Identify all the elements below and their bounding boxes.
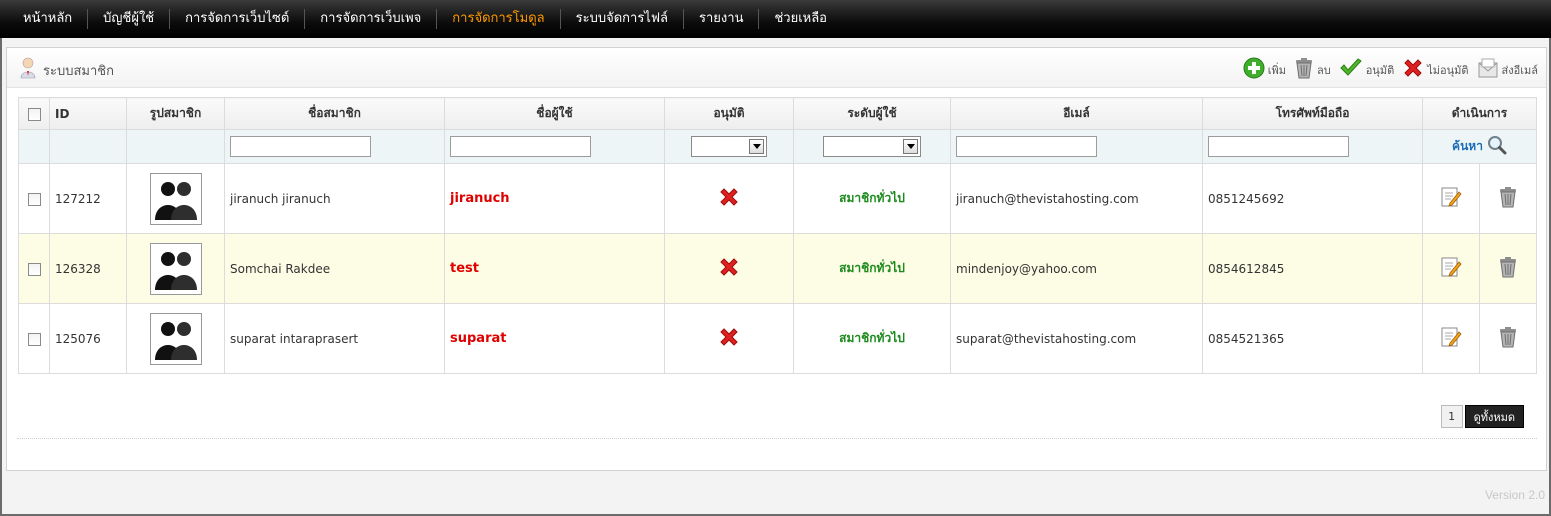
row-checkbox[interactable]	[27, 262, 41, 276]
row-email: suparat@thevistahosting.com	[950, 303, 1203, 374]
email-filter-input[interactable]	[956, 136, 1097, 157]
nav-website-management[interactable]: การจัดการเว็บไซต์	[170, 8, 306, 29]
col-name[interactable]: ชื่อสมาชิก	[224, 97, 445, 130]
phone-filter-input[interactable]	[1208, 136, 1349, 157]
check-icon	[1339, 58, 1363, 81]
not-approved-icon[interactable]	[718, 258, 740, 281]
mail-icon	[1477, 57, 1499, 82]
search-icon	[1487, 135, 1507, 158]
edit-icon[interactable]	[1440, 327, 1462, 351]
divider	[17, 438, 1537, 439]
search-label: ค้นหา	[1452, 139, 1483, 153]
x-icon	[1402, 57, 1424, 82]
row-username[interactable]: test	[450, 261, 479, 276]
col-id[interactable]: ID	[49, 97, 127, 130]
avatar	[149, 172, 202, 225]
row-phone: 0854612845	[1202, 233, 1423, 304]
table-row: 125076 suparat intaraprasert suparat สมา…	[18, 303, 1537, 374]
row-email: jiranuch@thevistahosting.com	[950, 163, 1203, 234]
col-email[interactable]: อีเมล์	[950, 97, 1203, 130]
add-icon	[1243, 57, 1265, 82]
page-1-button[interactable]: 1	[1440, 405, 1463, 428]
chevron-down-icon	[749, 139, 764, 154]
chevron-down-icon	[903, 139, 918, 154]
disapprove-label: ไม่อนุมัติ	[1427, 63, 1469, 77]
row-id: 125076	[49, 303, 127, 374]
nav-module-management[interactable]: การจัดการโมดูล	[437, 8, 561, 29]
select-all-checkbox[interactable]	[27, 107, 41, 121]
send-email-label: ส่งอีเมล์	[1501, 63, 1538, 77]
nav-reports[interactable]: รายงาน	[684, 8, 760, 29]
row-level: สมาชิกทั่วไป	[839, 191, 905, 205]
toolbar: เพิ่ม ลบ อนุมัติ ไม่อนุมัติ ส่งอีเมล์	[1235, 57, 1538, 82]
trash-icon[interactable]	[1498, 327, 1518, 351]
panel-header: ระบบสมาชิก เพิ่ม ลบ อนุมัติ ไม่อนุมัติ ส…	[7, 48, 1546, 88]
edit-icon[interactable]	[1440, 257, 1462, 281]
select-all-cell	[18, 97, 50, 130]
row-name: suparat intaraprasert	[224, 303, 445, 374]
member-table: ID รูปสมาชิก ชื่อสมาชิก ชื่อผู้ใช้ อนุมั…	[18, 97, 1537, 374]
edit-icon[interactable]	[1440, 187, 1462, 211]
row-level: สมาชิกทั่วไป	[839, 261, 905, 275]
row-name: Somchai Rakdee	[224, 233, 445, 304]
nav-webpage-management[interactable]: การจัดการเว็บเพจ	[305, 8, 438, 29]
add-label: เพิ่ม	[1267, 63, 1286, 77]
row-username[interactable]: suparat	[450, 331, 506, 346]
row-checkbox[interactable]	[27, 332, 41, 346]
member-icon	[19, 57, 37, 83]
member-panel: ระบบสมาชิก เพิ่ม ลบ อนุมัติ ไม่อนุมัติ ส…	[6, 47, 1547, 471]
version-label: Version 2.0	[1484, 488, 1545, 502]
nav-file-management[interactable]: ระบบจัดการไฟล์	[561, 8, 685, 29]
trash-icon	[1294, 57, 1314, 82]
not-approved-icon[interactable]	[718, 328, 740, 351]
approve-button[interactable]: อนุมัติ	[1339, 58, 1395, 81]
header-row: ID รูปสมาชิก ชื่อสมาชิก ชื่อผู้ใช้ อนุมั…	[18, 97, 1537, 130]
nav-user-account[interactable]: บัญชีผู้ใช้	[88, 8, 171, 29]
approve-label: อนุมัติ	[1365, 63, 1395, 77]
col-level[interactable]: ระดับผู้ใช้	[793, 97, 951, 130]
row-email: mindenjoy@yahoo.com	[950, 233, 1203, 304]
delete-label: ลบ	[1316, 63, 1331, 77]
nav-help[interactable]: ช่วยเหลือ	[759, 9, 842, 29]
row-id: 127212	[49, 163, 127, 234]
approve-filter-select[interactable]	[691, 136, 767, 157]
view-all-button[interactable]: ดูทั้งหมด	[1464, 405, 1524, 428]
col-approve[interactable]: อนุมัติ	[664, 97, 794, 130]
panel-title-text: ระบบสมาชิก	[43, 63, 114, 79]
top-nav: หน้าหลัก บัญชีผู้ใช้ การจัดการเว็บไซต์ ก…	[0, 0, 1551, 38]
row-id: 126328	[49, 233, 127, 304]
avatar	[149, 242, 202, 295]
add-button[interactable]: เพิ่ม	[1243, 57, 1286, 82]
col-phone[interactable]: โทรศัพท์มือถือ	[1202, 97, 1423, 130]
trash-icon[interactable]	[1498, 187, 1518, 211]
search-button[interactable]: ค้นหา	[1452, 135, 1507, 158]
not-approved-icon[interactable]	[718, 188, 740, 211]
col-action: ดำเนินการ	[1422, 97, 1537, 130]
level-filter-select[interactable]	[823, 136, 921, 157]
filter-row: ค้นหา	[18, 129, 1537, 164]
send-email-button[interactable]: ส่งอีเมล์	[1477, 57, 1538, 82]
col-username[interactable]: ชื่อผู้ใช้	[444, 97, 665, 130]
disapprove-button[interactable]: ไม่อนุมัติ	[1402, 57, 1469, 82]
name-filter-input[interactable]	[230, 136, 371, 157]
row-checkbox[interactable]	[27, 192, 41, 206]
delete-button[interactable]: ลบ	[1294, 57, 1331, 82]
row-phone: 0854521365	[1202, 303, 1423, 374]
panel-title: ระบบสมาชิก	[19, 57, 114, 83]
row-phone: 0851245692	[1202, 163, 1423, 234]
row-name: jiranuch jiranuch	[224, 163, 445, 234]
username-filter-input[interactable]	[450, 136, 591, 157]
avatar	[149, 312, 202, 365]
pagination: 1 ดูทั้งหมด	[1440, 405, 1524, 428]
trash-icon[interactable]	[1498, 257, 1518, 281]
table-row: 127212 jiranuch jiranuch jiranuch สมาชิก…	[18, 163, 1537, 234]
table-row: 126328 Somchai Rakdee test สมาชิกทั่วไป …	[18, 233, 1537, 304]
nav-home[interactable]: หน้าหลัก	[8, 8, 89, 29]
row-level: สมาชิกทั่วไป	[839, 331, 905, 345]
col-photo: รูปสมาชิก	[126, 97, 225, 130]
row-username[interactable]: jiranuch	[450, 191, 510, 206]
